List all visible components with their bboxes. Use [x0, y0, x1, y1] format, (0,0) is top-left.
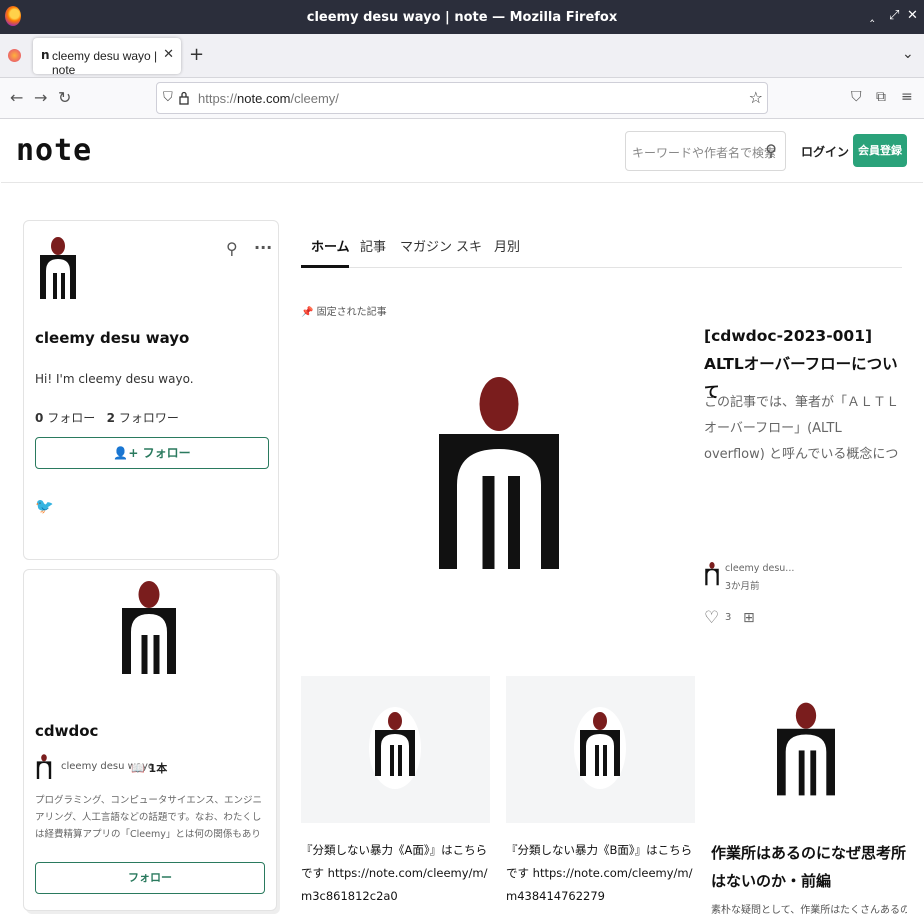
active-tab-underline — [301, 265, 349, 268]
login-link[interactable]: ログイン — [801, 143, 849, 160]
bookmark-star-icon[interactable]: ☆ — [749, 88, 763, 107]
menu-icon[interactable]: ≡ — [901, 89, 913, 105]
magazine-count-label: 1本 — [148, 762, 168, 775]
reload-icon[interactable]: ↻ — [58, 88, 71, 107]
tab-magazines[interactable]: マガジン — [400, 236, 452, 255]
followers-label[interactable]: フォロワー — [119, 411, 179, 425]
tab-articles[interactable]: 記事 — [360, 236, 386, 255]
magazine-title[interactable]: cdwdoc — [35, 722, 98, 740]
featured-excerpt: この記事では、筆者が「ＡＬＴＬオーバーフロー」(ALTL overflow) と… — [704, 395, 900, 462]
magazine-follow-button[interactable]: フォロー — [35, 862, 265, 894]
more-options-icon[interactable]: ··· — [254, 238, 272, 257]
magazine-author-avatar — [36, 754, 52, 779]
search-input[interactable]: キーワードや作者名で検索 — [632, 144, 776, 161]
tab-bar: n cleemy desu wayo | note ✕ + ⌄ — [0, 34, 924, 78]
tab-monthly[interactable]: 月別 — [494, 236, 520, 255]
window-title: cleemy desu wayo | note — Mozilla Firefo… — [306, 10, 618, 25]
firefox-view-icon[interactable] — [8, 49, 21, 62]
magazine-cover-logo — [122, 581, 176, 674]
follow-button-label: フォロー — [142, 446, 191, 460]
url-text[interactable]: https://note.com/cleemy/ — [198, 91, 339, 106]
forward-icon[interactable]: → — [34, 88, 47, 107]
featured-author[interactable]: cleemy desu... — [725, 563, 794, 574]
add-to-magazine-icon[interactable]: ⊞ — [743, 610, 755, 626]
featured-date: 3か月前 — [725, 581, 760, 592]
post-thumbnail-a-logo — [375, 712, 415, 776]
pin-icon: 📌 — [301, 307, 314, 318]
pinned-text: 固定された記事 — [316, 307, 387, 318]
tab-list-chevron-icon[interactable]: ⌄ — [902, 46, 914, 62]
site-header: note キーワードや作者名で検索 ⚲ ログイン 会員登録 — [1, 119, 923, 183]
close-tab-icon[interactable]: ✕ — [163, 47, 174, 62]
tabs-divider — [301, 267, 902, 268]
url-bar[interactable]: ⛉ https://note.com/cleemy/ ☆ — [156, 82, 768, 114]
profile-follow-button[interactable]: 👤+ フォロー — [35, 437, 269, 469]
following-label[interactable]: フォロー — [47, 411, 95, 425]
extensions-icon[interactable]: ⧉ — [876, 89, 886, 105]
post-thumbnail-a[interactable] — [301, 676, 490, 823]
featured-author-avatar[interactable] — [704, 562, 720, 586]
pinned-label: 📌 固定された記事 — [301, 303, 387, 318]
back-icon[interactable]: ← — [10, 88, 23, 107]
like-count: 3 — [725, 612, 732, 623]
profile-name[interactable]: cleemy desu wayo — [35, 329, 189, 347]
close-window-icon[interactable]: ✕ — [907, 8, 918, 23]
signup-button[interactable]: 会員登録 — [853, 134, 907, 167]
tab-likes[interactable]: スキ — [456, 236, 482, 255]
post-thumbnail-c[interactable] — [777, 701, 835, 797]
following-count[interactable]: 0 — [35, 411, 43, 425]
post-title-a[interactable]: 『分類しない暴力《A面》』はこちらです https://note.com/cle… — [301, 839, 491, 908]
add-user-icon: 👤+ — [113, 446, 139, 460]
navigation-bar: ← → ↻ ⛉ https://note.com/cleemy/ ☆ ⛉ ⧉ ≡ — [0, 78, 924, 119]
pocket-icon[interactable]: ⛉ — [851, 89, 862, 105]
minimize-icon[interactable]: ‸ — [870, 8, 874, 23]
new-tab-icon[interactable]: + — [189, 44, 204, 65]
featured-article-image[interactable] — [439, 372, 559, 574]
post-thumbnail-b[interactable] — [506, 676, 695, 823]
url-host: note.com — [237, 91, 291, 106]
profile-search-icon[interactable]: ⚲ — [226, 239, 238, 258]
search-box[interactable]: キーワードや作者名で検索 ⚲ — [625, 131, 786, 171]
tab-label: cleemy desu wayo | note — [52, 49, 158, 77]
window-titlebar: cleemy desu wayo | note — Mozilla Firefo… — [0, 0, 924, 34]
post-thumbnail-b-logo — [580, 712, 620, 776]
page-content: note キーワードや作者名で検索 ⚲ ログイン 会員登録 ⚲ ··· clee… — [1, 119, 923, 924]
tab-home[interactable]: ホーム — [311, 236, 350, 255]
profile-bio: Hi! I'm cleemy desu wayo. — [35, 372, 194, 386]
url-protocol: https:// — [198, 91, 238, 106]
magazine-description: プログラミング、コンピュータサイエンス、エンジニアリング、人工言語などの話題です… — [35, 795, 263, 840]
shield-icon[interactable]: ⛉ — [163, 90, 173, 105]
post-excerpt-c: 素朴な疑問として、作業所はたくさんあるのに、どうして — [711, 905, 907, 916]
profile-card: ⚲ ··· cleemy desu wayo Hi! I'm cleemy de… — [23, 220, 279, 560]
browser-tab[interactable]: n cleemy desu wayo | note ✕ — [33, 38, 181, 77]
url-path: /cleemy/ — [290, 91, 339, 106]
heart-icon[interactable]: ♡ — [704, 608, 719, 628]
followers-count[interactable]: 2 — [107, 411, 115, 425]
twitter-icon[interactable]: 🐦 — [35, 497, 54, 515]
post-title-b[interactable]: 『分類しない暴力《B面》』はこちらです https://note.com/cle… — [506, 839, 696, 908]
post-title-c[interactable]: 作業所はあるのになぜ思考所はないのか・前編 — [711, 839, 907, 895]
maximize-icon[interactable]: ⤢ — [889, 8, 899, 23]
lock-icon[interactable] — [179, 91, 189, 105]
book-icon: 📖 — [131, 762, 145, 775]
magazine-count: 📖 1本 — [131, 760, 167, 776]
avatar[interactable] — [38, 237, 78, 301]
note-favicon-icon: n — [41, 48, 50, 62]
note-logo[interactable]: note — [16, 133, 92, 168]
search-icon[interactable]: ⚲ — [765, 141, 777, 160]
magazine-card[interactable]: cdwdoc cleemy desu wayo 📖 1本 プログラミング、コンピ… — [23, 569, 277, 911]
follow-stats: 0 フォロー 2 フォロワー — [35, 409, 179, 426]
